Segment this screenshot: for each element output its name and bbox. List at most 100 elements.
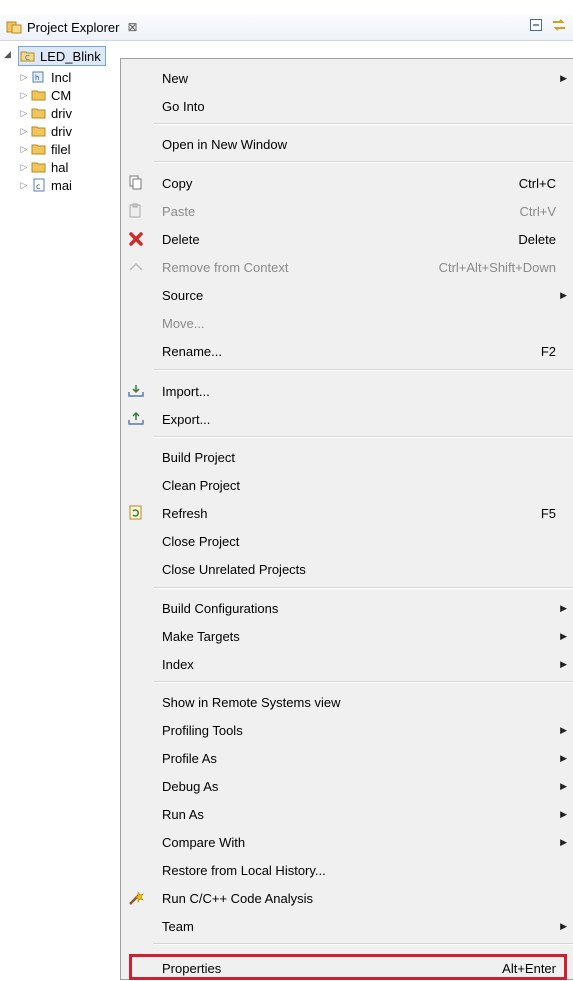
link-with-editor-icon[interactable] [551,17,567,33]
menu-item-make-targets[interactable]: Make Targets ▶ [121,623,573,649]
paste-icon [125,201,147,221]
folder-icon [30,141,48,157]
menu-item-label: Move... [162,315,205,331]
menu-item-profile-as[interactable]: Profile As ▶ [121,745,573,771]
menu-separator [153,369,573,371]
menu-item-shortcut: Ctrl+C [518,175,556,191]
tree-item[interactable]: ▷ driv [18,104,120,122]
menu-item-new[interactable]: New ▶ [121,65,573,91]
submenu-arrow-icon: ▶ [560,808,567,819]
menu-item-label: Go Into [162,98,205,114]
project-name: LED_Blink [40,48,101,64]
menu-item-shortcut: Ctrl+Alt+Shift+Down [438,259,556,275]
submenu-arrow-icon: ▶ [560,920,567,931]
submenu-arrow-icon: ▶ [560,289,567,300]
menu-item-shortcut: F2 [540,343,556,359]
menu-item-label: Refresh [162,505,208,521]
collapsed-triangle-icon[interactable]: ▷ [18,144,30,155]
menu-item-export[interactable]: Export... [121,406,573,432]
menu-item-label: Compare With [162,834,246,850]
close-view-icon[interactable]: ⊠ [127,20,137,34]
menu-item-run-as[interactable]: Run As ▶ [121,801,573,827]
tree-item[interactable]: ▷ c mai [18,176,120,194]
menu-item-run-code-analysis[interactable]: Run C/C++ Code Analysis [121,885,573,911]
menu-item-label: Open in New Window [162,136,287,152]
menu-item-debug-as[interactable]: Debug As ▶ [121,773,573,799]
menu-item-label: Build Configurations [162,600,279,616]
project-explorer-tab[interactable]: Project Explorer ⊠ [6,16,138,38]
submenu-arrow-icon: ▶ [560,602,567,613]
folder-icon [30,105,48,121]
menu-item-remove-from-context[interactable]: Remove from Context Ctrl+Alt+Shift+Down [121,254,573,280]
menu-item-label: Source [162,287,204,303]
remove-context-icon [125,257,147,277]
collapsed-triangle-icon[interactable]: ▷ [18,108,30,119]
collapsed-triangle-icon[interactable]: ▷ [18,162,30,173]
menu-item-label: Close Unrelated Projects [162,561,306,577]
tree-item[interactable]: ▷ filel [18,140,120,158]
c-file-icon: c [30,177,48,193]
export-icon [125,409,147,429]
menu-item-label: New [162,70,189,86]
menu-separator [153,123,573,125]
menu-item-build-project[interactable]: Build Project [121,444,573,470]
submenu-arrow-icon: ▶ [560,724,567,735]
menu-item-index[interactable]: Index ▶ [121,651,573,677]
menu-item-open-new-window[interactable]: Open in New Window [121,131,573,157]
menu-separator [153,161,573,163]
menu-item-import[interactable]: Import... [121,378,573,404]
collapse-all-icon[interactable] [529,18,543,32]
collapsed-triangle-icon[interactable]: ▷ [18,126,30,137]
submenu-arrow-icon: ▶ [560,752,567,763]
menu-item-close-unrelated-projects[interactable]: Close Unrelated Projects [121,556,573,582]
menu-item-refresh[interactable]: Refresh F5 [121,500,573,526]
delete-icon [125,229,147,249]
context-menu: New ▶ Go Into Open in New Window Copy Ct… [120,58,573,980]
menu-item-restore-local-history[interactable]: Restore from Local History... [121,857,573,883]
tree-item[interactable]: ▷ h Incl [18,68,120,86]
menu-item-copy[interactable]: Copy Ctrl+C [121,170,573,196]
includes-icon: h [30,69,48,85]
tree-item-label: filel [51,141,71,157]
submenu-arrow-icon: ▶ [560,836,567,847]
collapsed-triangle-icon[interactable]: ▷ [18,180,30,191]
c-project-icon: C [19,48,37,64]
menu-item-label: Delete [162,231,200,247]
properties-highlight-box [129,954,567,980]
menu-separator [153,943,573,945]
refresh-icon [125,503,147,523]
submenu-arrow-icon: ▶ [560,72,567,83]
project-explorer-header: Project Explorer ⊠ [0,14,573,41]
menu-item-delete[interactable]: Delete Delete [121,226,573,252]
collapsed-triangle-icon[interactable]: ▷ [18,90,30,101]
menu-item-clean-project[interactable]: Clean Project [121,472,573,498]
menu-item-go-into[interactable]: Go Into [121,93,573,119]
menu-item-show-remote-systems[interactable]: Show in Remote Systems view [121,689,573,715]
collapsed-triangle-icon[interactable]: ▷ [18,72,30,83]
menu-item-label: Build Project [162,449,235,465]
tree-item[interactable]: ▷ hal [18,158,120,176]
menu-item-label: Team [162,918,194,934]
menu-item-team[interactable]: Team ▶ [121,913,573,939]
menu-item-close-project[interactable]: Close Project [121,528,573,554]
menu-item-label: Import... [162,383,210,399]
tree-item[interactable]: ▷ CM [18,86,120,104]
menu-item-build-configurations[interactable]: Build Configurations ▶ [121,595,573,621]
tree-item-label: Incl [51,69,72,85]
project-explorer-icon [6,21,22,34]
project-item[interactable]: C LED_Blink [18,46,106,66]
project-tree: ▷ h Incl ▷ CM ▷ driv ▷ driv ▷ filel ▷ ha… [0,68,120,194]
menu-item-rename[interactable]: Rename... F2 [121,338,573,364]
menu-item-compare-with[interactable]: Compare With ▶ [121,829,573,855]
menu-item-profiling-tools[interactable]: Profiling Tools ▶ [121,717,573,743]
tree-item-label: driv [51,105,72,121]
menu-item-label: Restore from Local History... [162,862,326,878]
menu-item-source[interactable]: Source ▶ [121,282,573,308]
tree-item[interactable]: ▷ driv [18,122,120,140]
expand-triangle-icon[interactable]: ◢ [4,49,11,60]
submenu-arrow-icon: ▶ [560,658,567,669]
menu-item-move[interactable]: Move... [121,310,573,336]
tree-item-label: mai [51,177,72,193]
menu-item-paste[interactable]: Paste Ctrl+V [121,198,573,224]
menu-item-label: Debug As [162,778,219,794]
